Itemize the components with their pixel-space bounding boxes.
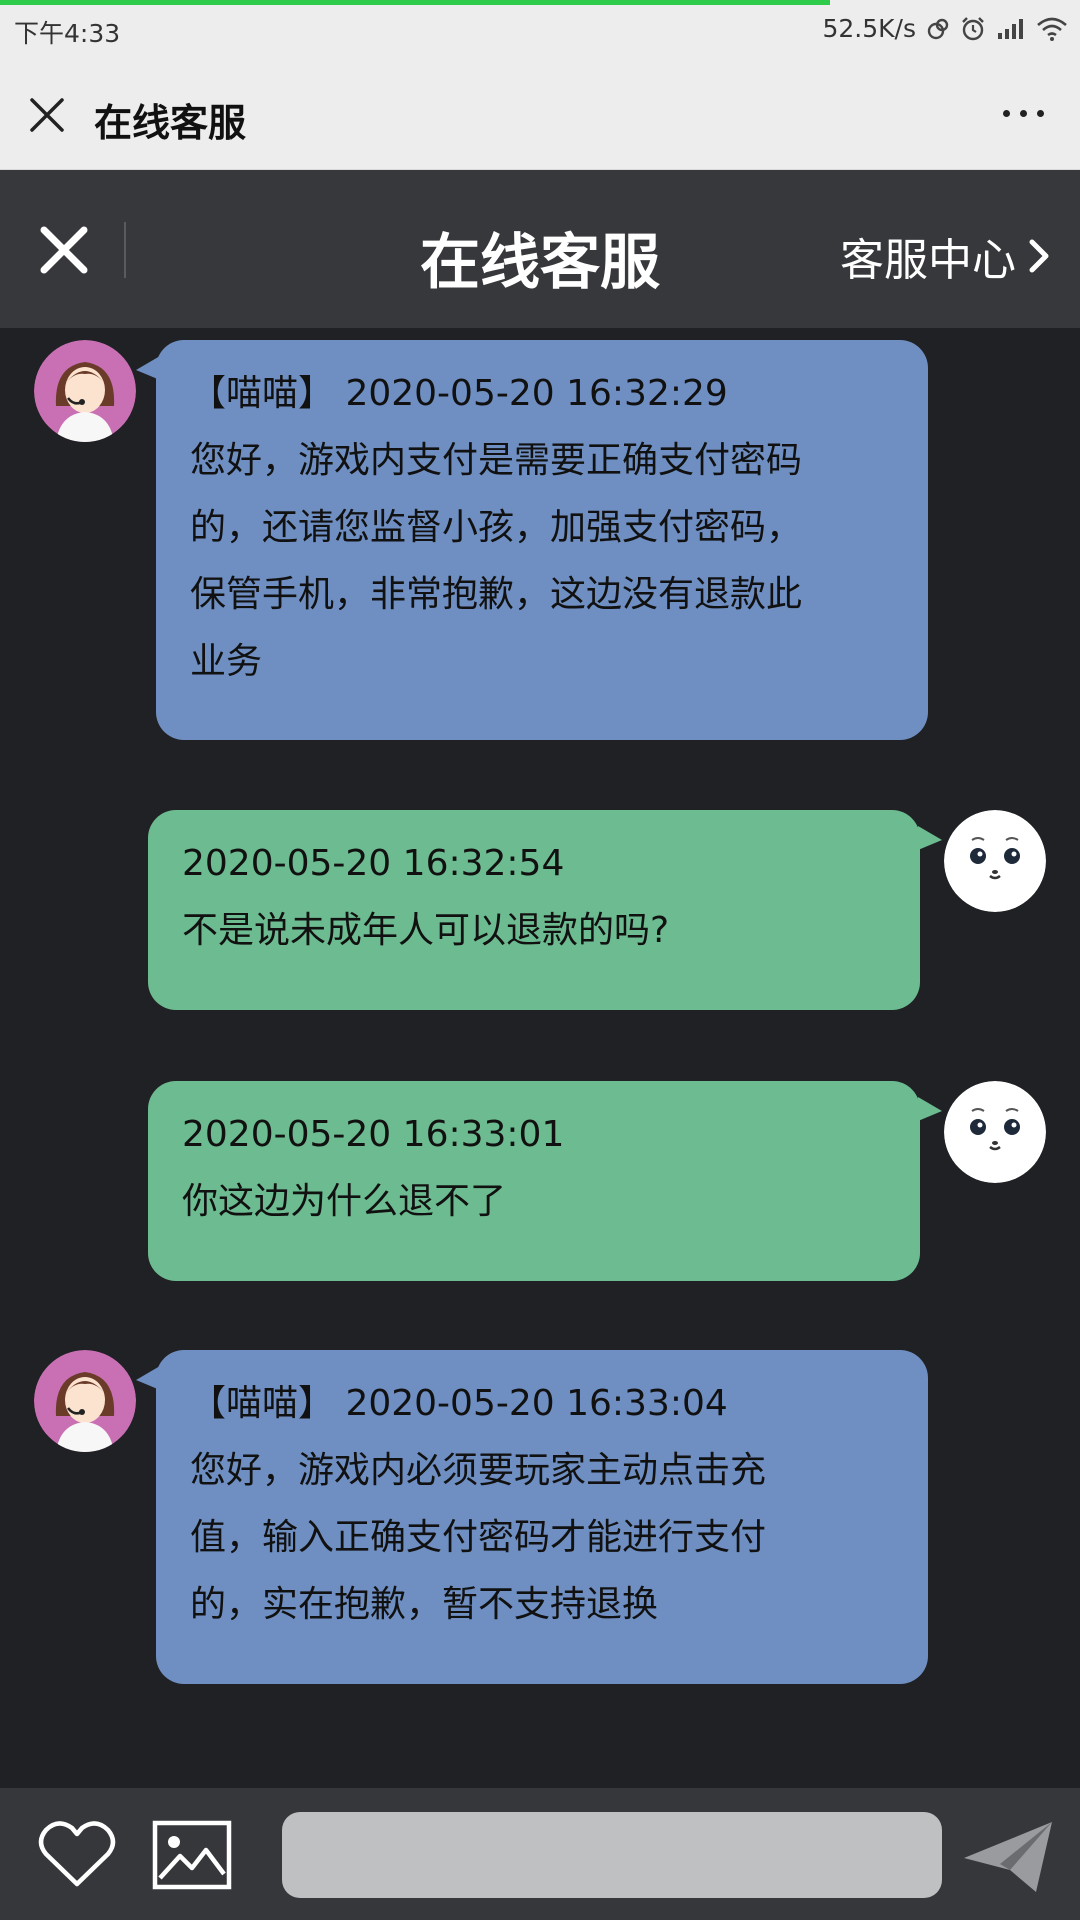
image-icon[interactable]: [152, 1820, 232, 1890]
message-input[interactable]: [282, 1812, 942, 1898]
message-line: 业务: [190, 641, 263, 682]
message-line: 不是说未成年人可以退款的吗?: [182, 910, 670, 951]
bubble-tail: [918, 826, 942, 850]
status-icons: 52.5K/s: [822, 14, 1068, 43]
message-header: 【喵喵】 2020-05-20 16:33:04: [190, 1383, 728, 1424]
input-bar: [0, 1788, 1080, 1920]
chat-area: 【喵喵】 2020-05-20 16:32:29 您好，游戏内支付是需要正确支付…: [0, 328, 1080, 1788]
message-header: 2020-05-20 16:32:54: [182, 843, 565, 884]
heart-icon[interactable]: [38, 1818, 116, 1890]
wechat-page-title: 在线客服: [94, 101, 247, 145]
signal-icon: [998, 18, 1023, 39]
status-bar: 下午4:33 52.5K/s: [0, 0, 1080, 58]
wifi-icon: [1037, 17, 1067, 41]
agent-message-bubble: 【喵喵】 2020-05-20 16:32:29 您好，游戏内支付是需要正确支付…: [156, 340, 928, 740]
more-icon[interactable]: [1003, 110, 1044, 117]
message-line: 保管手机，非常抱歉，这边没有退款此: [190, 574, 803, 615]
message-header: 【喵喵】 2020-05-20 16:32:29: [190, 373, 728, 414]
agent-avatar[interactable]: [34, 1350, 136, 1452]
user-avatar[interactable]: [944, 1081, 1046, 1183]
alarm-icon: [962, 16, 984, 40]
message-line: 的，还请您监督小孩，加强支付密码，: [190, 507, 803, 548]
send-icon[interactable]: [960, 1818, 1056, 1896]
user-message-bubble: 2020-05-20 16:33:01 你这边为什么退不了: [148, 1081, 920, 1281]
message-line: 值，输入正确支付密码才能进行支付: [190, 1517, 767, 1558]
message-line: 您好，游戏内支付是需要正确支付密码: [190, 440, 803, 481]
message-line: 的，实在抱歉，暂不支持退换: [190, 1584, 659, 1625]
service-header: 在线客服 客服中心: [0, 170, 1080, 328]
close-icon[interactable]: [26, 94, 68, 136]
service-center-link[interactable]: 客服中心: [840, 224, 1050, 288]
agent-message-bubble: 【喵喵】 2020-05-20 16:33:04 您好，游戏内必须要玩家主动点击…: [156, 1350, 928, 1684]
chevron-right-icon: [1029, 239, 1049, 273]
message-line: 您好，游戏内必须要玩家主动点击充: [190, 1450, 767, 1491]
wechat-top-bar: 在线客服: [0, 58, 1080, 170]
agent-avatar[interactable]: [34, 340, 136, 442]
bubble-tail: [918, 1097, 942, 1121]
user-avatar[interactable]: [944, 810, 1046, 912]
network-speed: 52.5K/s: [822, 14, 916, 43]
data-sync-icon: [927, 18, 949, 39]
page-load-progress: [0, 0, 830, 5]
service-center-label: 客服中心: [840, 235, 1016, 286]
status-time: 下午4:33: [14, 19, 121, 48]
message-header: 2020-05-20 16:33:01: [182, 1114, 565, 1155]
message-line: 你这边为什么退不了: [182, 1181, 507, 1222]
user-message-bubble: 2020-05-20 16:32:54 不是说未成年人可以退款的吗?: [148, 810, 920, 1010]
